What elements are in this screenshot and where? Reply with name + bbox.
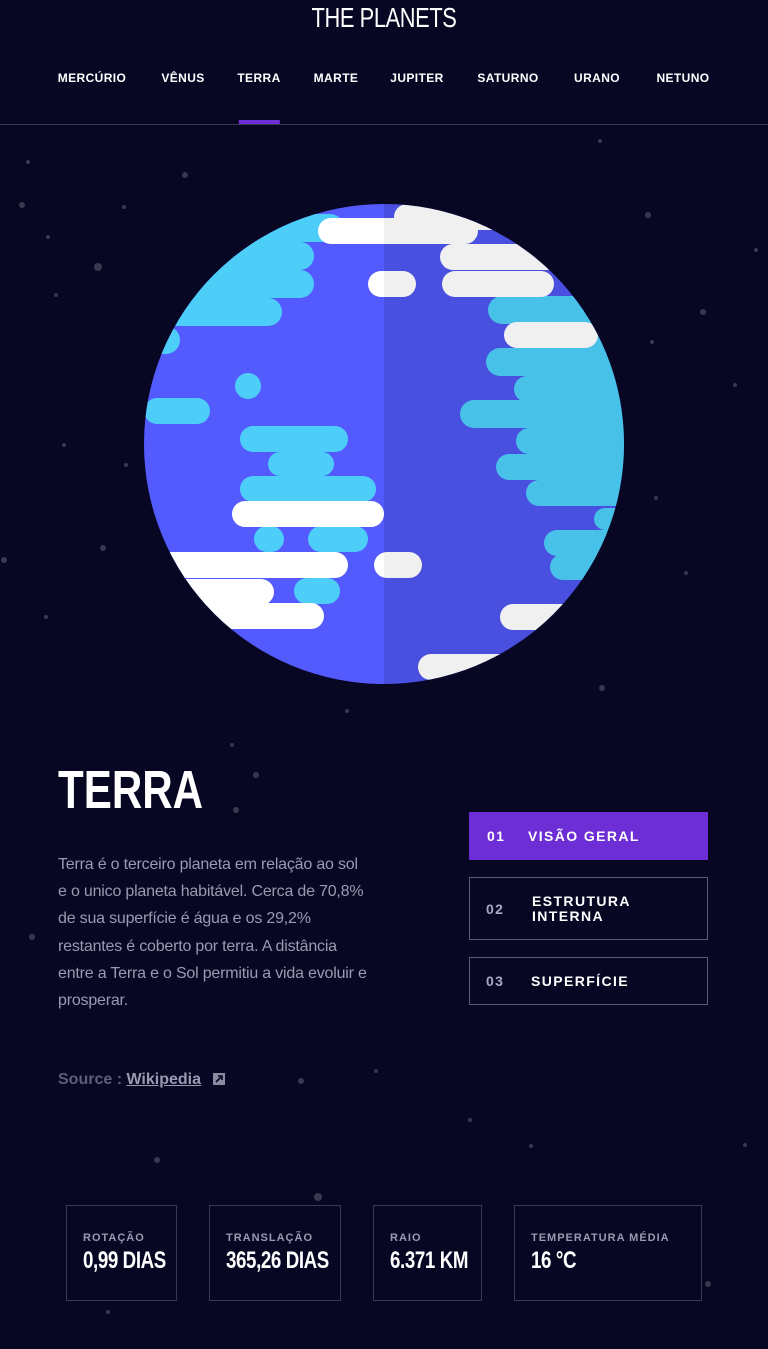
stat-value: 0,99 DIAS bbox=[83, 1247, 166, 1274]
source-label: Source : bbox=[58, 1071, 127, 1088]
planet-nav: MERCÚRIO VÊNUS TERRA MARTE JUPITER SATUR… bbox=[0, 71, 768, 124]
stat-value: 6.371 KM bbox=[390, 1247, 469, 1274]
tab-number: 03 bbox=[486, 973, 505, 989]
nav-item-marte[interactable]: MARTE bbox=[314, 71, 359, 85]
stat-label: ROTAÇÃO bbox=[83, 1232, 145, 1244]
stat-label: RAIO bbox=[390, 1232, 422, 1244]
tab-number: 02 bbox=[486, 900, 505, 917]
planet-title: TERRA bbox=[58, 760, 204, 820]
app-logo[interactable]: THE PLANETS bbox=[84, 2, 683, 34]
stat-average-temperature: TEMPERATURA MÉDIA 16 °C bbox=[514, 1205, 702, 1301]
nav-item-urano[interactable]: URANO bbox=[574, 71, 620, 85]
nav-item-mercurio[interactable]: MERCÚRIO bbox=[58, 71, 127, 85]
stat-radius: RAIO 6.371 KM bbox=[373, 1205, 482, 1301]
stat-value: 16 °C bbox=[531, 1247, 577, 1274]
source-line: Source : Wikipedia bbox=[58, 1071, 226, 1089]
nav-item-terra[interactable]: TERRA bbox=[237, 71, 280, 85]
stat-label: TEMPERATURA MÉDIA bbox=[531, 1232, 670, 1244]
nav-item-jupiter[interactable]: JUPITER bbox=[390, 71, 443, 85]
source-link[interactable]: Wikipedia bbox=[126, 1071, 201, 1088]
tab-overview[interactable]: 01 VISÃO GERAL bbox=[469, 812, 708, 860]
stat-rotation: ROTAÇÃO 0,99 DIAS bbox=[66, 1205, 177, 1301]
nav-item-saturno[interactable]: SATURNO bbox=[477, 71, 538, 85]
nav-item-venus[interactable]: VÊNUS bbox=[161, 71, 204, 85]
stat-value: 365,26 DIAS bbox=[226, 1247, 329, 1274]
tab-surface[interactable]: 03 SUPERFÍCIE bbox=[469, 957, 708, 1005]
planet-description: Terra é o terceiro planeta em relação ao… bbox=[58, 856, 367, 1010]
tab-internal-structure[interactable]: 02 ESTRUTURA INTERNA bbox=[469, 877, 708, 940]
stat-translation: TRANSLAÇÃO 365,26 DIAS bbox=[209, 1205, 341, 1301]
site-header: THE PLANETS MERCÚRIO VÊNUS TERRA MARTE J… bbox=[0, 0, 768, 125]
nav-item-netuno[interactable]: NETUNO bbox=[656, 71, 709, 85]
tab-label: SUPERFÍCIE bbox=[531, 972, 630, 989]
tab-number: 01 bbox=[487, 828, 506, 844]
tab-label: VISÃO GERAL bbox=[528, 827, 640, 844]
earth-illustration bbox=[144, 204, 624, 684]
external-link-icon[interactable] bbox=[213, 1073, 226, 1085]
tab-label: ESTRUTURA INTERNA bbox=[532, 892, 631, 924]
stat-label: TRANSLAÇÃO bbox=[226, 1232, 313, 1244]
